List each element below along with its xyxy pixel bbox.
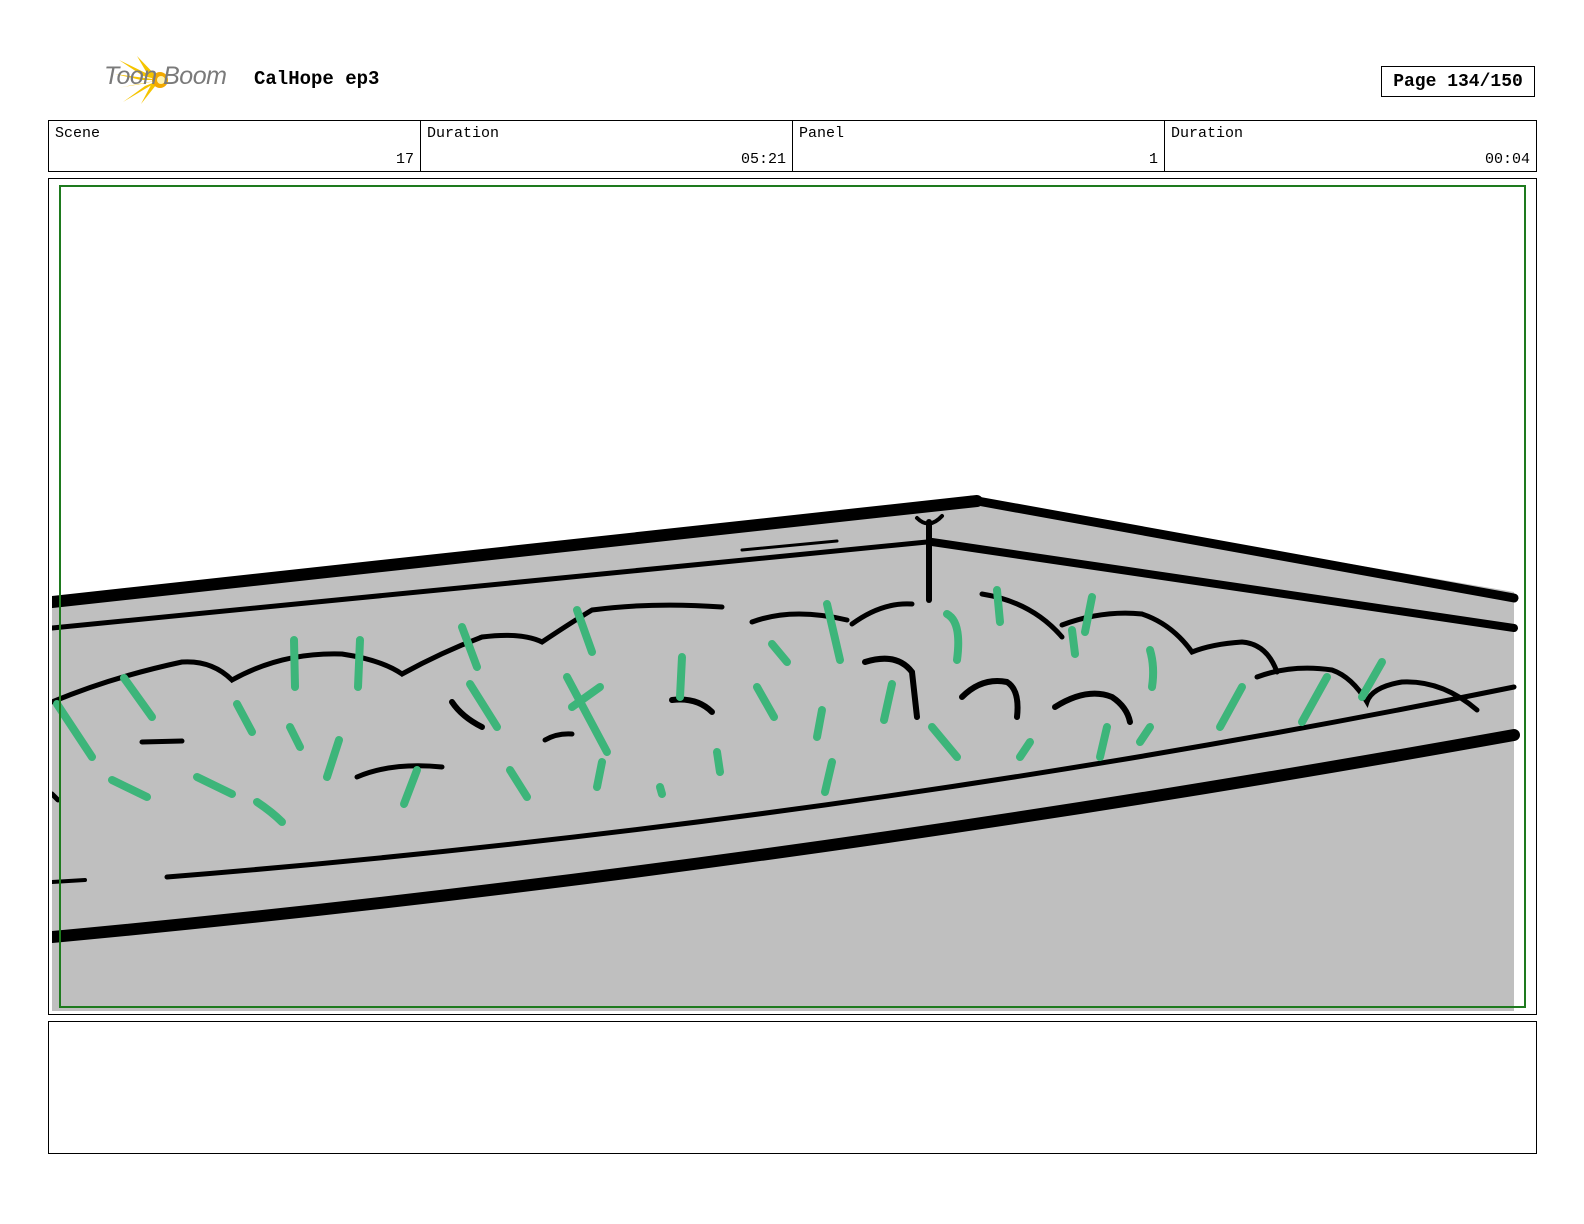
planter-box-sketch xyxy=(52,495,1520,1011)
panel-value: 1 xyxy=(1148,151,1158,168)
scene-info-table: Scene 17 Duration 05:21 Panel 1 Duration… xyxy=(48,120,1537,172)
panel-duration-value: 00:04 xyxy=(1484,151,1530,168)
project-title: CalHope ep3 xyxy=(254,68,380,90)
panel-duration-label: Duration xyxy=(1171,125,1244,142)
page-number: Page 134/150 xyxy=(1381,66,1535,97)
scene-duration-value: 05:21 xyxy=(740,151,786,168)
panel-notes-box xyxy=(48,1021,1537,1154)
scene-label: Scene xyxy=(55,125,101,142)
panel-cell: Panel 1 xyxy=(793,121,1165,171)
scene-duration-cell: Duration 05:21 xyxy=(421,121,793,171)
panel-label: Panel xyxy=(799,125,845,142)
scene-duration-label: Duration xyxy=(427,125,500,142)
scene-value: 17 xyxy=(395,151,414,168)
panel-duration-cell: Duration 00:04 xyxy=(1165,121,1536,171)
logo-text: Toon Boom xyxy=(104,62,227,90)
scene-cell: Scene 17 xyxy=(49,121,421,171)
